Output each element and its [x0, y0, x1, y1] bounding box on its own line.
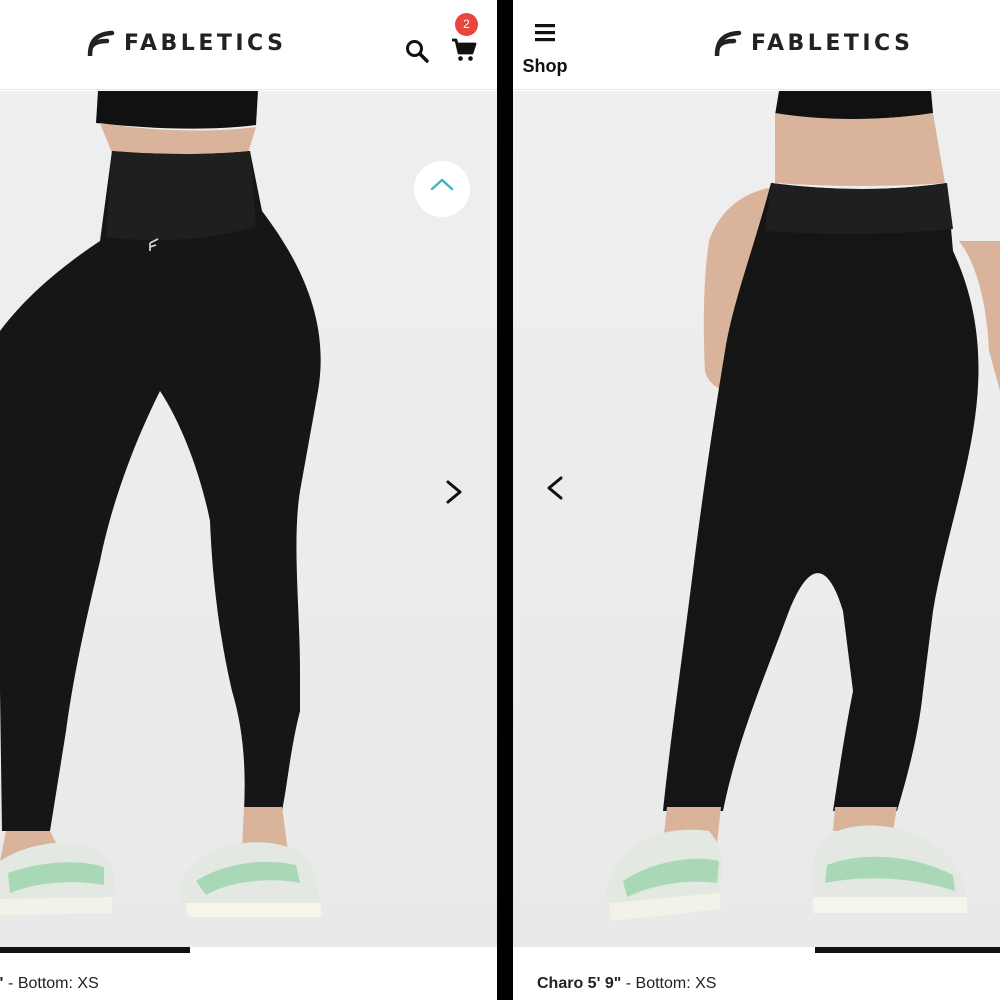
- chevron-left-icon[interactable]: [541, 468, 571, 508]
- fabletics-logo-icon: [87, 30, 115, 56]
- brand-name: FABLETICS: [751, 30, 914, 56]
- site-header: Shop FABLETICS: [513, 0, 1000, 90]
- product-view-right: Shop FABLETICS Charo 5' 9" - Bottom: XS: [513, 0, 1000, 1000]
- image-progress-fill: [815, 947, 1000, 953]
- wishlist-button[interactable]: [414, 161, 470, 217]
- chevron-right-icon[interactable]: [440, 472, 470, 512]
- product-image[interactable]: [513, 91, 1000, 947]
- image-progress-fill: [0, 947, 190, 953]
- product-view-left: FABLETICS 2 - Bottom: XS: [0, 0, 497, 1000]
- cart-count-badge: 2: [455, 13, 478, 36]
- model-caption: Charo 5' 9" - Bottom: XS: [537, 975, 716, 993]
- menu-icon: [535, 24, 555, 42]
- model-name: Charo 5' 9": [537, 975, 622, 992]
- brand-logo[interactable]: FABLETICS: [86, 30, 286, 56]
- brand-logo[interactable]: FABLETICS: [713, 30, 913, 56]
- model-caption: " - Bottom: XS: [0, 975, 99, 993]
- site-header: FABLETICS 2: [0, 0, 497, 90]
- product-image[interactable]: [0, 91, 497, 947]
- model-size: - Bottom: XS: [625, 975, 717, 992]
- search-icon[interactable]: [404, 38, 430, 64]
- brand-name: FABLETICS: [124, 30, 287, 56]
- shop-label: Shop: [522, 56, 568, 76]
- model-size: - Bottom: XS: [8, 975, 99, 992]
- model-name: ": [0, 975, 4, 992]
- fabletics-logo-icon: [714, 30, 742, 56]
- cart-icon[interactable]: [451, 38, 477, 62]
- heart-icon: [430, 178, 454, 191]
- image-progress-bar: [0, 947, 497, 953]
- image-progress-bar: [513, 947, 1000, 953]
- shop-menu-button[interactable]: Shop: [519, 22, 575, 80]
